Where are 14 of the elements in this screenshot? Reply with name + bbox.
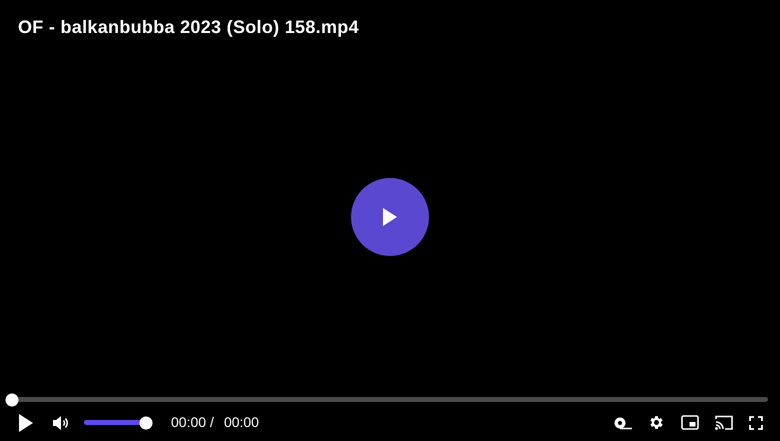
time-separator: / — [210, 413, 214, 432]
play-icon[interactable] — [18, 414, 34, 432]
current-time: 00:00 — [171, 413, 206, 432]
settings-icon[interactable] — [648, 414, 665, 431]
duration-time: 00:00 — [224, 413, 259, 432]
fullscreen-icon[interactable] — [749, 416, 763, 430]
reel-icon[interactable] — [614, 416, 632, 430]
play-icon — [382, 208, 398, 226]
cast-icon[interactable] — [715, 415, 733, 430]
video-title: OF - balkanbubba 2023 (Solo) 158.mp4 — [17, 16, 360, 39]
volume-icon[interactable] — [53, 416, 69, 430]
progress-thumb[interactable] — [6, 393, 18, 406]
volume-thumb[interactable] — [140, 416, 152, 429]
picture-in-picture-icon[interactable] — [681, 415, 699, 430]
